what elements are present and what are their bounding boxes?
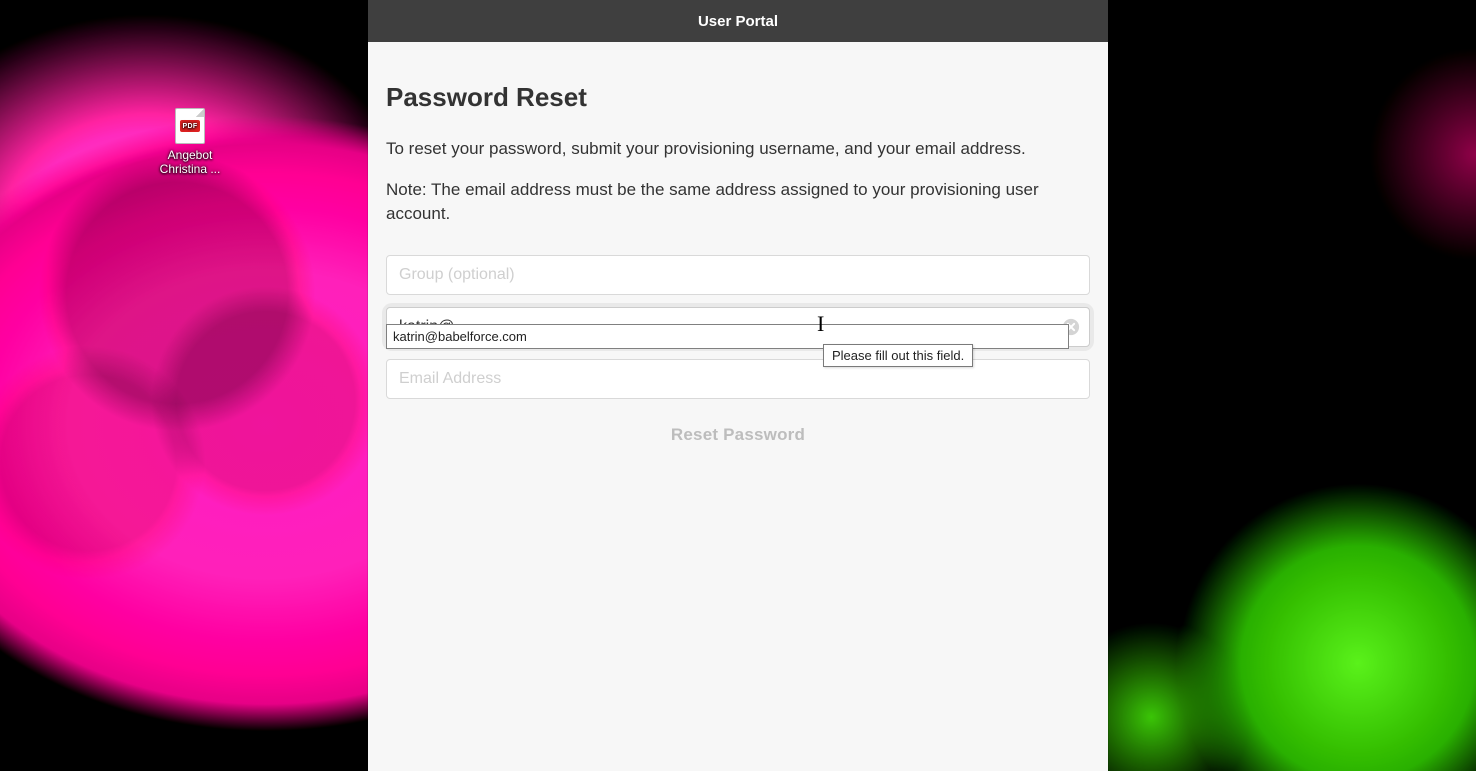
intro-text: To reset your password, submit your prov… bbox=[386, 137, 1090, 162]
pdf-badge: PDF bbox=[180, 120, 200, 132]
portal-title: User Portal bbox=[698, 13, 778, 30]
page-heading: Password Reset bbox=[386, 82, 1090, 113]
email-input[interactable] bbox=[386, 359, 1090, 399]
group-input[interactable] bbox=[386, 255, 1090, 295]
note-text: Note: The email address must be the same… bbox=[386, 178, 1090, 227]
pdf-file-icon: PDF bbox=[175, 108, 205, 144]
reset-password-button[interactable]: Reset Password bbox=[386, 407, 1090, 455]
desktop-file-label: Angebot Christina ... bbox=[150, 148, 230, 177]
desktop-file-angebot-christina[interactable]: PDF Angebot Christina ... bbox=[150, 108, 230, 177]
portal-titlebar: User Portal bbox=[368, 0, 1108, 42]
validation-tooltip: Please fill out this field. bbox=[823, 344, 973, 367]
user-portal-window: User Portal Password Reset To reset your… bbox=[368, 0, 1108, 771]
text-cursor-icon: I bbox=[817, 311, 824, 337]
portal-body: Password Reset To reset your password, s… bbox=[368, 42, 1108, 771]
